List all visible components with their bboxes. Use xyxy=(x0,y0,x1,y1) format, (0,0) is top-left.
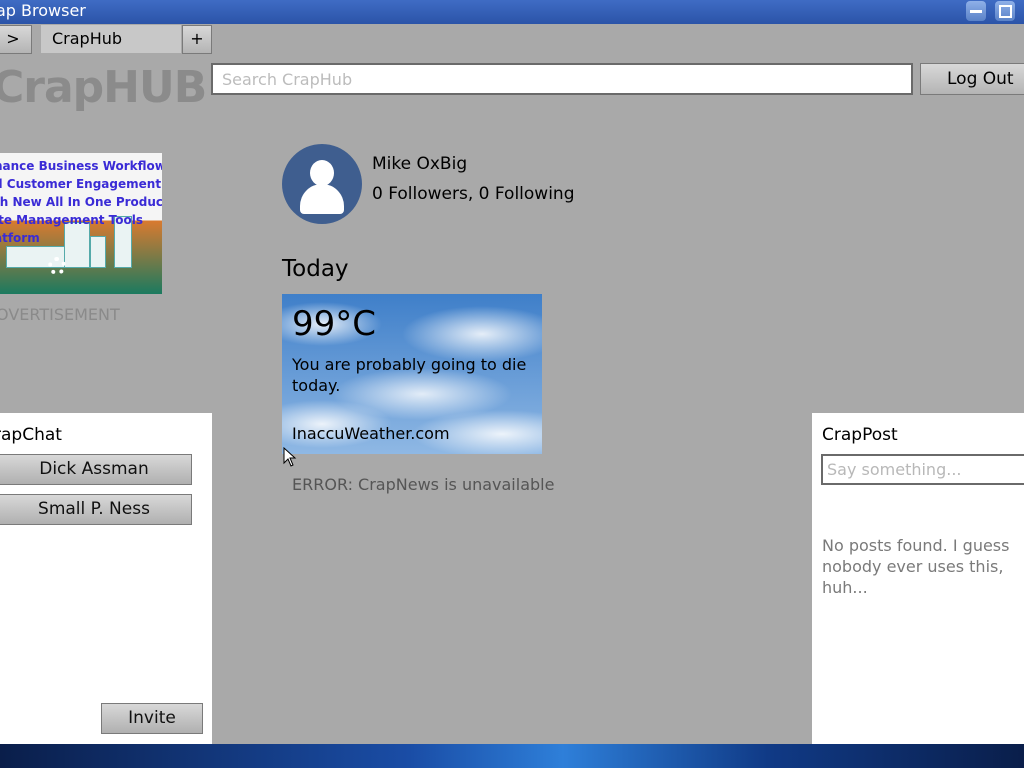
gear-icon xyxy=(48,257,66,275)
new-tab-button[interactable]: + xyxy=(182,25,212,54)
ad-line: hance Business Workflows xyxy=(0,159,162,173)
post-input[interactable] xyxy=(821,454,1024,485)
profile-name[interactable]: Mike OxBig xyxy=(372,154,467,174)
post-panel: CrapPost No posts found. I guess nobody … xyxy=(812,413,1024,744)
logout-button[interactable]: Log Out xyxy=(920,63,1024,95)
minimize-icon[interactable] xyxy=(966,1,986,21)
desktop-taskbar xyxy=(0,744,1024,768)
follow-stats: 0 Followers, 0 Following xyxy=(372,184,575,204)
user-silhouette-icon xyxy=(310,160,334,186)
ad-line: d Customer Engagement xyxy=(0,177,162,191)
advertisement-label: OVERTISEMENT xyxy=(0,305,120,324)
tab-strip: > CrapHub + xyxy=(0,24,1024,56)
chat-panel: rapChat Dick Assman Small P. Ness Invite xyxy=(0,413,212,744)
chat-contact-button[interactable]: Dick Assman xyxy=(0,454,192,485)
no-posts-message: No posts found. I guess nobody ever uses… xyxy=(822,536,1010,597)
weather-card[interactable]: 99°C You are probably going to die today… xyxy=(282,294,542,454)
forward-button[interactable]: > xyxy=(0,25,32,54)
search-input[interactable] xyxy=(211,63,913,95)
ad-line: th New All In One Product xyxy=(0,195,162,209)
ad-line: ite Management Tools xyxy=(0,213,144,227)
ad-line: atform xyxy=(0,231,40,245)
site-logo[interactable]: CrapHUB xyxy=(0,60,207,116)
news-error-message: ERROR: CrapNews is unavailable xyxy=(292,475,555,494)
window-titlebar: ap Browser xyxy=(0,0,1024,24)
advertisement-image[interactable]: hance Business Workflows d Customer Enga… xyxy=(0,153,162,294)
chat-title: rapChat xyxy=(0,425,62,445)
tab-craphub[interactable]: CrapHub xyxy=(41,25,181,53)
ad-text: hance Business Workflows d Customer Enga… xyxy=(0,157,162,247)
chat-contact-button[interactable]: Small P. Ness xyxy=(0,494,192,525)
user-silhouette-icon xyxy=(300,184,344,214)
weather-source-link[interactable]: InaccuWeather.com xyxy=(292,424,450,443)
weather-message: You are probably going to die today. xyxy=(292,355,527,395)
post-title: CrapPost xyxy=(822,425,898,445)
window-title: ap Browser xyxy=(0,1,86,20)
today-heading: Today xyxy=(282,256,349,282)
invite-button[interactable]: Invite xyxy=(101,703,203,734)
maximize-icon[interactable] xyxy=(995,1,1015,21)
mouse-cursor-icon xyxy=(283,447,297,467)
weather-temperature: 99°C xyxy=(292,304,377,344)
avatar[interactable] xyxy=(282,144,362,224)
